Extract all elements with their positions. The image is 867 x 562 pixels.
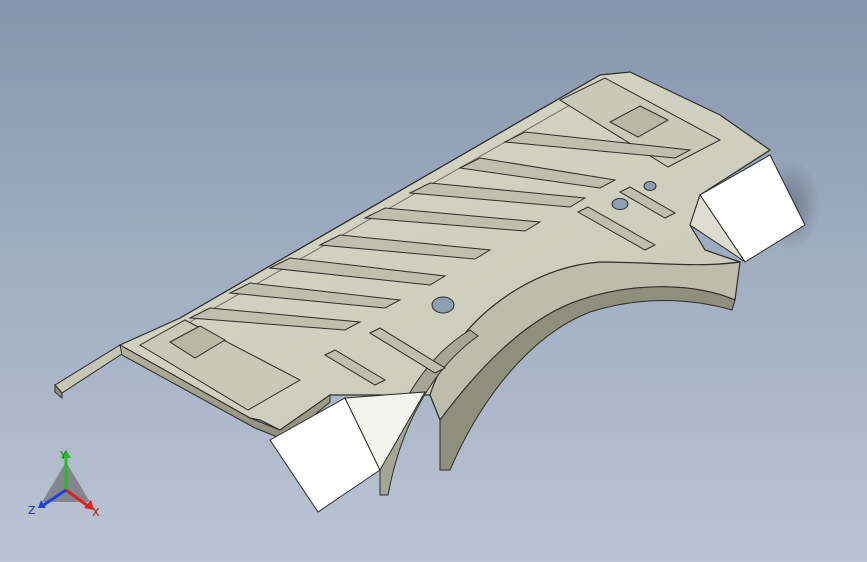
coordinate-triad[interactable]: Y X Z xyxy=(26,448,106,522)
mounting-hole xyxy=(611,198,629,210)
mounting-hole xyxy=(431,296,455,314)
z-axis-label: Z xyxy=(28,504,36,517)
left-lip xyxy=(54,344,129,394)
y-axis-label: Y xyxy=(59,449,67,462)
model-floor-pan[interactable] xyxy=(0,0,867,562)
mounting-hole xyxy=(643,181,657,191)
graphics-viewport[interactable]: Y X Z xyxy=(0,0,867,562)
x-axis-label: X xyxy=(92,506,100,519)
